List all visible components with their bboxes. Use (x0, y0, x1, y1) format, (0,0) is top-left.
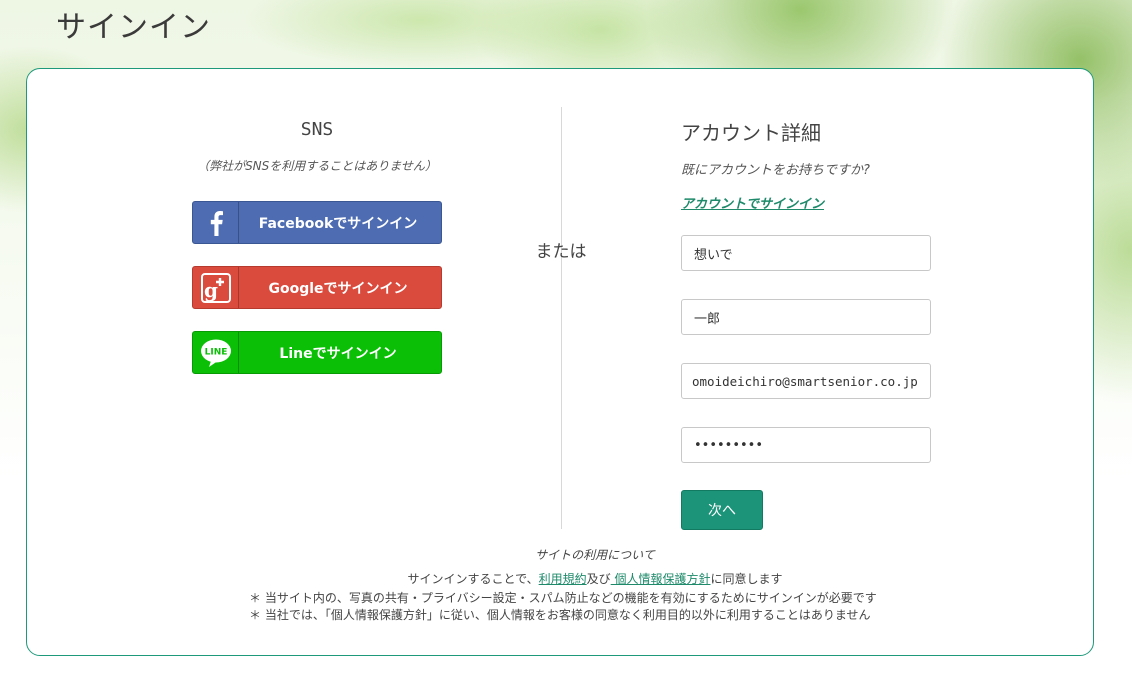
line-icon-text: LINE (204, 347, 227, 357)
google-signin-button[interactable]: g Googleでサインイン (192, 266, 442, 309)
first-name-field[interactable] (681, 299, 931, 335)
line-icon: LINE (193, 332, 239, 373)
privacy-policy-link[interactable]: 個人情報保護方針 (611, 572, 710, 586)
line-signin-label: Lineでサインイン (279, 345, 397, 362)
agreement-text: サインインすることで、利用規約及び 個人情報保護方針に同意します (97, 570, 1093, 587)
existing-account-question: 既にアカウントをお持ちですか? (681, 163, 870, 178)
next-button[interactable]: 次へ (681, 490, 763, 530)
page-title: サインイン (56, 10, 211, 45)
footer-note-signin-required: ＊ 当サイト内の、写真の共有・プライバシー設定・スパム防止などの機能を有効にする… (249, 591, 877, 605)
facebook-icon (193, 202, 239, 243)
facebook-signin-label: Facebookでサインイン (258, 215, 418, 232)
sns-note: （弊社がSNSを利用することはありません） (197, 159, 437, 173)
terms-of-use-link[interactable]: 利用規約 (539, 572, 587, 586)
signin-card: SNS （弊社がSNSを利用することはありません） Facebookでサインイン… (26, 68, 1094, 656)
email-field[interactable] (681, 363, 931, 399)
agreement-suffix: に同意します (710, 572, 783, 586)
sns-title: SNS (300, 119, 334, 140)
vertical-divider (561, 107, 562, 529)
agreement-and: 及び (586, 572, 611, 586)
facebook-signin-button[interactable]: Facebookでサインイン (192, 201, 442, 244)
or-separator: または (535, 242, 587, 262)
svg-text:g: g (204, 278, 218, 302)
site-usage-title: サイトの利用について (535, 548, 655, 562)
account-details-title: アカウント詳細 (681, 121, 821, 145)
last-name-field[interactable] (681, 235, 931, 271)
agreement-prefix: サインインすることで、 (407, 572, 539, 586)
google-signin-label: Googleでサインイン (268, 280, 408, 297)
line-signin-button[interactable]: LINE Lineでサインイン (192, 331, 442, 374)
google-plus-icon: g (193, 267, 239, 308)
account-signin-link[interactable]: アカウントでサインイン (681, 193, 824, 212)
password-field[interactable] (681, 427, 931, 463)
footer-note-privacy: ＊ 当社では、「個人情報保護方針」に従い、個人情報をお客様の同意なく利用目的以外… (249, 608, 871, 622)
site-usage-footer: サイトの利用について サインインすることで、利用規約及び 個人情報保護方針に同意… (27, 546, 1093, 624)
